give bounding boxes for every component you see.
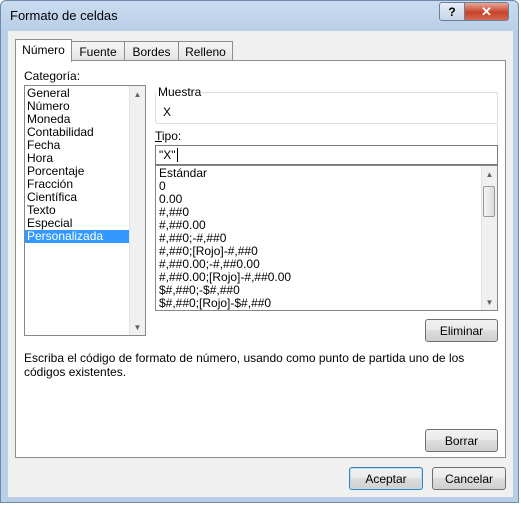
help-icon: ?	[448, 4, 456, 19]
ok-button-label: Aceptar	[365, 471, 407, 486]
tab-label: Fuente	[79, 45, 117, 59]
scroll-up-icon[interactable]: ▲	[130, 86, 145, 102]
description-text: Escriba el código de formato de número, …	[24, 351, 465, 379]
ok-button[interactable]: Aceptar	[349, 467, 423, 490]
cancel-button-label: Cancelar	[444, 471, 494, 486]
title-bar[interactable]: Formato de celdas ? ✕	[1, 1, 518, 31]
sample-value: X	[163, 105, 172, 119]
help-button[interactable]: ?	[439, 2, 465, 21]
dialog-window: Formato de celdas ? ✕ Número Fuente Bord…	[0, 0, 519, 503]
format-item[interactable]: 0.00	[157, 193, 477, 206]
category-list[interactable]: General Número Moneda Contabilidad Fecha Hora…	[24, 85, 146, 336]
category-item[interactable]: Personalizada	[25, 230, 130, 243]
format-item[interactable]: $#,##0;[Rojo]-$#,##0	[157, 297, 477, 310]
category-scrollbar[interactable]: ▲ ▼	[129, 86, 145, 335]
clear-button[interactable]: Borrar	[425, 429, 498, 452]
close-icon: ✕	[481, 3, 492, 19]
clear-button-label: Borrar	[444, 433, 479, 448]
format-list[interactable]: Estándar 0 0.00 #,##0 #,##0.00 #,##0;-#,##0 #,…	[155, 165, 498, 311]
type-input[interactable]: "X"	[155, 145, 498, 165]
type-input-value: "X"	[159, 148, 176, 162]
scroll-thumb[interactable]	[483, 186, 495, 217]
text-cursor	[176, 148, 178, 162]
category-label: Categoría:	[24, 69, 81, 83]
scroll-down-icon[interactable]: ▼	[482, 294, 497, 310]
dialog-body: Número Fuente Bordes Relleno Categoría: …	[8, 31, 513, 497]
format-item[interactable]: 0	[157, 180, 477, 193]
window-title: Formato de celdas	[10, 8, 118, 23]
tab-fuente[interactable]: Fuente	[71, 41, 125, 61]
tab-bordes[interactable]: Bordes	[124, 41, 179, 61]
format-scrollbar[interactable]: ▲ ▼	[481, 166, 497, 310]
type-label-rest: ipo:	[161, 129, 182, 143]
scroll-down-icon[interactable]: ▼	[130, 319, 145, 335]
sample-box	[155, 92, 498, 124]
format-item[interactable]: Estándar	[157, 167, 477, 180]
tab-panel-numero: Categoría: General Número Moneda Contabilid…	[15, 60, 506, 458]
type-label: Tipo:	[155, 129, 182, 143]
close-button[interactable]: ✕	[464, 2, 509, 21]
cancel-button[interactable]: Cancelar	[432, 467, 506, 490]
tab-numero[interactable]: Número	[15, 39, 72, 62]
delete-button[interactable]: Eliminar	[425, 319, 498, 342]
tab-label: Relleno	[185, 45, 226, 59]
scroll-up-icon[interactable]: ▲	[482, 166, 497, 182]
tab-label: Bordes	[132, 45, 171, 59]
tab-label: Número	[22, 43, 65, 57]
tab-relleno[interactable]: Relleno	[178, 41, 233, 61]
delete-button-label: Eliminar	[439, 323, 484, 338]
